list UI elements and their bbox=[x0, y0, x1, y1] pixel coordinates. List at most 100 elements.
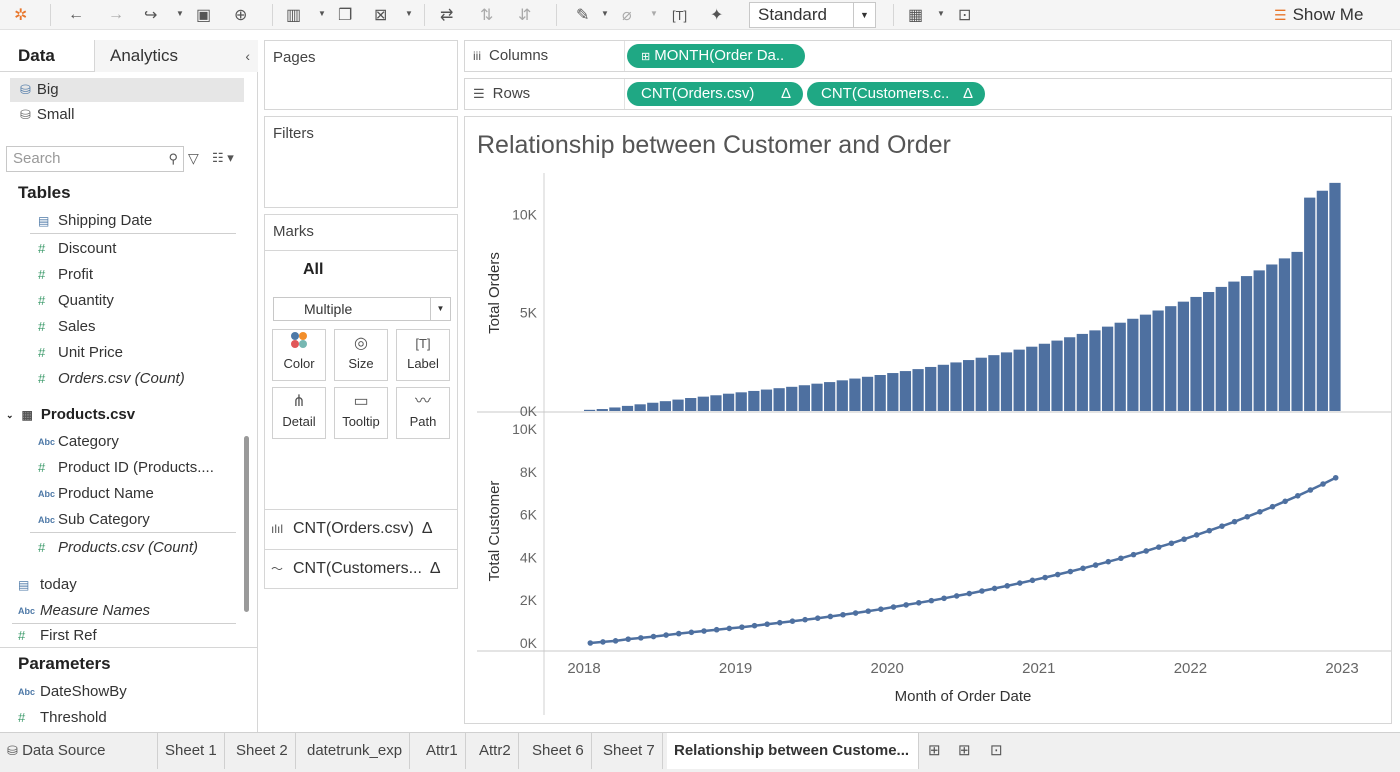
bar-orders bbox=[647, 402, 659, 411]
field-label: Measure Names bbox=[40, 601, 151, 619]
bar-orders bbox=[912, 369, 924, 411]
presentation-mode-icon[interactable]: ⊡ bbox=[958, 4, 971, 26]
marks-customers-tab[interactable]: 〜 CNT(Customers... Δ bbox=[265, 549, 458, 587]
detail-icon: ⋔ bbox=[292, 393, 306, 410]
marks-all-tab[interactable]: All bbox=[303, 261, 323, 279]
swap-redo-icon[interactable]: ↪ bbox=[144, 4, 157, 26]
parameter-item[interactable]: # Threshold bbox=[12, 705, 218, 731]
tab-data[interactable]: Data bbox=[18, 40, 55, 72]
bar-orders bbox=[1139, 314, 1152, 411]
toolbar-separator bbox=[272, 4, 273, 26]
new-datasource-icon[interactable]: ⊕ bbox=[234, 4, 247, 26]
marks-orders-tab[interactable]: ılıl CNT(Orders.csv) Δ bbox=[265, 509, 458, 547]
field-item[interactable]: ▤ Shipping Date bbox=[30, 208, 236, 234]
chevron-down-icon[interactable]: ▼ bbox=[601, 9, 609, 18]
sheet-tab[interactable]: Attr2 bbox=[472, 733, 519, 769]
label-button[interactable]: [T] Label bbox=[396, 329, 450, 381]
path-button[interactable]: 〰 Path bbox=[396, 387, 450, 439]
field-item[interactable]: # Products.csv (Count) bbox=[30, 535, 236, 561]
field-item[interactable]: # Product ID (Products.... bbox=[30, 455, 236, 481]
highlight-icon[interactable]: ✎ bbox=[576, 4, 589, 26]
chevron-down-icon: ▼ bbox=[430, 298, 450, 320]
color-button[interactable]: Color bbox=[272, 329, 326, 381]
field-item[interactable]: Abc Sub Category bbox=[30, 507, 236, 533]
field-item[interactable]: # Unit Price bbox=[30, 340, 236, 366]
table-products[interactable]: ⌄ ▦ Products.csv bbox=[6, 402, 135, 428]
sheet-tab-active[interactable]: Relationship between Custome... bbox=[667, 733, 919, 769]
marks-title: Marks bbox=[273, 223, 314, 240]
size-button[interactable]: ◎ Size bbox=[334, 329, 388, 381]
chevron-down-icon[interactable]: ▼ bbox=[405, 9, 413, 18]
duplicate-sheet-icon[interactable]: ❐ bbox=[338, 4, 352, 26]
field-item[interactable]: # Profit bbox=[30, 262, 236, 288]
sheet-tab[interactable]: datetrunk_exp bbox=[300, 733, 411, 769]
group-members-icon[interactable]: ⌀ bbox=[622, 4, 632, 26]
rows-pill-orders[interactable]: CNT(Orders.csv) Δ bbox=[627, 82, 803, 106]
new-dashboard-icon[interactable]: ⊞ bbox=[958, 741, 971, 759]
point-customers bbox=[928, 597, 935, 604]
parameter-item[interactable]: Abc DateShowBy bbox=[12, 679, 218, 705]
sort-ascending-icon[interactable]: ⇅ bbox=[480, 4, 493, 26]
filter-icon[interactable]: ▽ bbox=[188, 150, 199, 167]
tab-data-source[interactable]: ⛁ Data Source bbox=[0, 733, 158, 769]
field-item[interactable]: # Orders.csv (Count) bbox=[30, 366, 236, 392]
columns-pill-month[interactable]: ⊞ MONTH(Order Da.. bbox=[627, 44, 805, 68]
point-customers bbox=[941, 595, 947, 602]
clear-sheet-icon[interactable]: ⊠ bbox=[374, 4, 387, 26]
tooltip-button[interactable]: ▭ Tooltip bbox=[334, 387, 388, 439]
bar-orders bbox=[950, 362, 962, 411]
swap-rows-columns-icon[interactable]: ⇄ bbox=[440, 4, 453, 26]
tableau-logo-icon[interactable]: ✲ bbox=[14, 4, 27, 26]
sheet-tab[interactable]: Attr1 bbox=[419, 733, 466, 769]
new-worksheet-icon[interactable]: ⊞ bbox=[928, 741, 941, 759]
show-cards-icon[interactable]: ▦ bbox=[908, 4, 923, 26]
fit-select[interactable]: Standard ▼ bbox=[749, 2, 876, 28]
chevron-down-icon[interactable]: ▼ bbox=[318, 9, 326, 18]
columns-shelf[interactable]: iii Columns ⊞ MONTH(Order Da.. bbox=[464, 40, 1392, 72]
chevron-down-icon[interactable]: ▼ bbox=[176, 9, 184, 18]
field-item[interactable]: # Quantity bbox=[30, 288, 236, 314]
chevron-down-icon[interactable]: ▼ bbox=[937, 9, 945, 18]
field-item[interactable]: Abc Category bbox=[30, 429, 236, 455]
show-mark-labels-icon[interactable]: [T] bbox=[672, 4, 687, 26]
field-item[interactable]: Abc Measure Names bbox=[12, 598, 236, 624]
bar-orders bbox=[735, 392, 747, 411]
field-item[interactable]: # First Ref bbox=[12, 626, 218, 646]
view-options-icon[interactable]: ☷ ▾ bbox=[212, 150, 234, 166]
sheet-tab[interactable]: Sheet 6 bbox=[525, 733, 592, 769]
table-label: Products.csv bbox=[40, 406, 136, 423]
rows-pill-customers[interactable]: CNT(Customers.c.. Δ bbox=[807, 82, 985, 106]
field-item[interactable]: # Sales bbox=[30, 314, 236, 340]
new-story-icon[interactable]: ⊡ bbox=[990, 741, 1003, 759]
datasource-item-big[interactable]: ⛁ Big bbox=[10, 78, 244, 102]
redo-icon[interactable]: → bbox=[108, 4, 124, 26]
point-customers bbox=[890, 604, 897, 610]
search-input[interactable]: Search ⚲ bbox=[6, 146, 184, 172]
database-icon: ⛁ bbox=[7, 743, 18, 758]
detail-button[interactable]: ⋔ Detail bbox=[272, 387, 326, 439]
pin-axes-icon[interactable]: ✦ bbox=[710, 4, 723, 26]
save-icon[interactable]: ▣ bbox=[196, 4, 211, 26]
scrollbar[interactable] bbox=[244, 436, 249, 612]
rows-shelf[interactable]: ☰ Rows CNT(Orders.csv) Δ CNT(Customers.c… bbox=[464, 78, 1392, 110]
datasource-item-small[interactable]: ⛁ Small bbox=[10, 103, 244, 127]
mark-type-select[interactable]: Multiple ▼ bbox=[273, 297, 451, 321]
sheet-tab[interactable]: Sheet 2 bbox=[229, 733, 296, 769]
sheet-tab[interactable]: Sheet 7 bbox=[596, 733, 663, 769]
sort-descending-icon[interactable]: ⇵ bbox=[518, 4, 531, 26]
point-customers bbox=[713, 626, 720, 633]
tab-analytics[interactable]: Analytics bbox=[94, 40, 258, 72]
new-worksheet-icon[interactable]: ▥ bbox=[286, 4, 301, 26]
field-item[interactable]: ▤ today bbox=[12, 572, 218, 598]
rows-icon: ☰ bbox=[473, 86, 485, 101]
collapse-pane-icon[interactable]: ‹ bbox=[245, 40, 250, 72]
filters-card[interactable]: Filters bbox=[264, 116, 458, 208]
pages-card[interactable]: Pages bbox=[264, 40, 458, 110]
bar-orders bbox=[1101, 326, 1114, 411]
chevron-down-icon[interactable]: ▼ bbox=[650, 9, 658, 18]
show-me-button[interactable]: ☰ Show Me bbox=[1274, 3, 1363, 27]
field-item[interactable]: Abc Product Name bbox=[30, 481, 236, 507]
undo-icon[interactable]: ← bbox=[68, 4, 84, 26]
sheet-tab[interactable]: Sheet 1 bbox=[158, 733, 225, 769]
field-item[interactable]: # Discount bbox=[30, 236, 236, 262]
